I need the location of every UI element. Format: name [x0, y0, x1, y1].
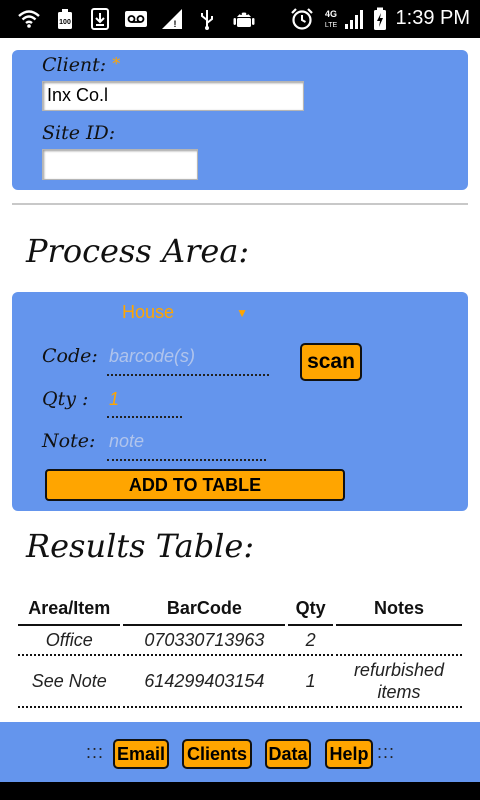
cell-notes: refurbished items: [335, 656, 462, 708]
wifi-icon: [18, 8, 40, 30]
code-label: Code:: [42, 345, 98, 367]
battery-charging-icon: [372, 7, 388, 30]
clients-button[interactable]: Clients: [182, 739, 252, 769]
voicemail-icon: [123, 8, 149, 30]
table-row[interactable]: Office 070330713963 2: [18, 626, 462, 656]
cell-area: See Note: [18, 656, 121, 708]
column-header-qty: Qty: [288, 592, 333, 626]
qty-input[interactable]: 1: [107, 389, 182, 418]
svg-text:4G: 4G: [325, 9, 337, 19]
help-button[interactable]: Help: [325, 739, 373, 769]
cell-qty: 2: [288, 626, 333, 656]
column-header-notes: Notes: [335, 592, 462, 626]
process-area-heading: Process Area:: [26, 232, 250, 270]
qty-label: Qty :: [42, 388, 89, 410]
alarm-icon: [290, 8, 314, 30]
site-id-input[interactable]: [42, 149, 198, 180]
client-input[interactable]: Inx Co.l: [42, 81, 304, 111]
wifi-alert-icon: !: [160, 8, 184, 30]
area-select[interactable]: House ▼: [122, 302, 252, 326]
usb-icon: [198, 8, 216, 30]
site-id-label: Site ID:: [42, 122, 116, 144]
cell-barcode: 070330713963: [123, 626, 286, 656]
android-icon: [232, 8, 256, 30]
data-button[interactable]: Data: [265, 739, 311, 769]
code-input[interactable]: barcode(s): [107, 346, 269, 376]
battery-100-icon: 100: [54, 8, 76, 30]
footer-separator-right: :::: [377, 742, 396, 762]
4g-lte-icon: 4G LTE: [322, 8, 340, 30]
cell-notes: [335, 626, 462, 656]
clock-time: 1:39 PM: [395, 7, 470, 29]
scan-button[interactable]: scan: [300, 343, 362, 381]
cell-area: Office: [18, 626, 121, 656]
svg-text:!: !: [174, 19, 177, 29]
download-icon: [90, 8, 110, 30]
column-header-area: Area/Item: [18, 592, 121, 626]
client-label: Client: *: [42, 54, 121, 76]
chevron-down-icon: ▼: [236, 306, 248, 320]
add-to-table-button[interactable]: ADD TO TABLE: [45, 469, 345, 501]
system-nav-bar: [0, 782, 480, 800]
area-select-value: House: [122, 302, 175, 322]
required-mark: *: [112, 54, 121, 73]
results-table-heading: Results Table:: [26, 527, 255, 565]
cell-barcode: 614299403154: [123, 656, 286, 708]
cell-qty: 1: [288, 656, 333, 708]
client-panel: Client: * Inx Co.l Site ID:: [12, 50, 468, 190]
signal-icon: [343, 8, 365, 30]
footer-separator-left: :::: [86, 742, 105, 762]
note-label: Note:: [42, 430, 96, 452]
note-input[interactable]: note: [107, 431, 266, 461]
svg-text:LTE: LTE: [325, 22, 338, 29]
column-header-barcode: BarCode: [123, 592, 286, 626]
status-bar: 100 ! 4G LTE 1:39 PM: [0, 0, 480, 38]
table-row[interactable]: See Note 614299403154 1 refurbished item…: [18, 656, 462, 708]
email-button[interactable]: Email: [113, 739, 169, 769]
table-header-row: Area/Item BarCode Qty Notes: [18, 592, 462, 626]
results-table: Area/Item BarCode Qty Notes Office 07033…: [15, 592, 465, 708]
svg-text:100: 100: [59, 19, 71, 26]
footer-bar: ::: Email Clients Data Help :::: [0, 722, 480, 782]
divider: [12, 203, 468, 205]
